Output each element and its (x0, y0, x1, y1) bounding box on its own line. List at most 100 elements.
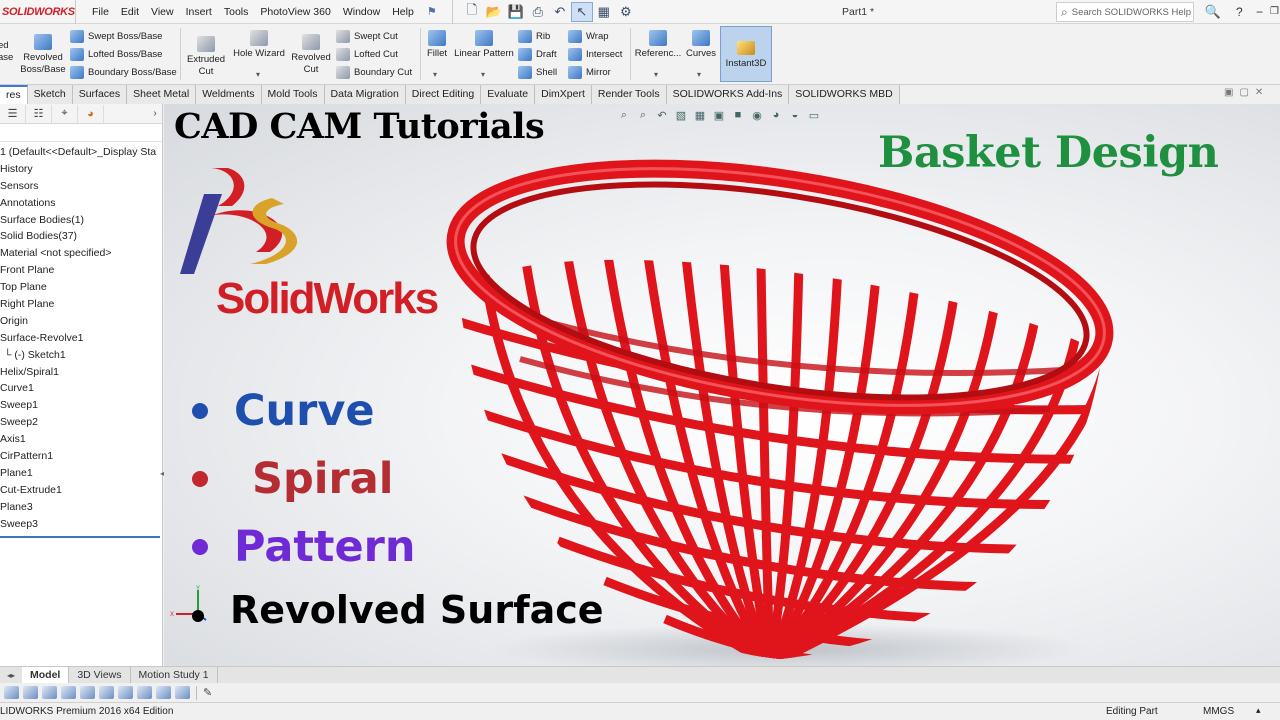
fillet-button[interactable]: Fillet (422, 30, 452, 60)
tab-direct-editing[interactable]: Direct Editing (406, 85, 482, 104)
tree-item-history[interactable]: History (0, 161, 162, 178)
tree-item-cirpattern1[interactable]: CirPattern1 (0, 448, 162, 465)
back-view-icon[interactable] (42, 686, 57, 699)
print-icon[interactable]: ⎙ (527, 2, 549, 22)
tab-sketch[interactable]: Sketch (28, 85, 73, 104)
view-orientation-icon[interactable]: ▣ (711, 108, 727, 122)
undo-icon[interactable]: ↶ (549, 2, 571, 22)
tree-item-solid-bodies[interactable]: Solid Bodies(37) (0, 228, 162, 245)
lofted-cut-button[interactable]: Lofted Cut (336, 46, 398, 63)
tab-data-migration[interactable]: Data Migration (325, 85, 406, 104)
tab-solidworks-mbd[interactable]: SOLIDWORKS MBD (789, 85, 900, 104)
menu-file[interactable]: File (88, 0, 117, 24)
tab-3d-views[interactable]: 3D Views (69, 667, 131, 683)
dimetric-view-icon[interactable] (175, 686, 190, 699)
tree-item-sensors[interactable]: Sensors (0, 178, 162, 195)
tab-features[interactable]: res (0, 85, 28, 104)
tab-motion-study-1[interactable]: Motion Study 1 (131, 667, 218, 683)
status-units-arrow-icon[interactable]: ▴ (1256, 705, 1261, 716)
save-icon[interactable]: 💾 (505, 2, 527, 22)
tab-scroll-arrows-icon[interactable]: ◂▸ (0, 667, 22, 683)
tree-item-sketch1[interactable]: └ (-) Sketch1 (0, 347, 162, 364)
chevron-right-icon[interactable]: › (148, 108, 162, 119)
tree-item-surface-bodies[interactable]: Surface Bodies(1) (0, 212, 162, 229)
reference-dropdown-icon[interactable]: ▾ (654, 70, 658, 79)
tree-item-part[interactable]: 1 (Default<<Default>_Display Sta (0, 144, 162, 161)
options-gear-icon[interactable]: ⚙ (615, 2, 637, 22)
right-view-icon[interactable] (80, 686, 95, 699)
menu-insert[interactable]: Insert (182, 0, 220, 24)
top-view-icon[interactable] (99, 686, 114, 699)
tree-item-sweep1[interactable]: Sweep1 (0, 397, 162, 414)
menu-tools[interactable]: Tools (220, 0, 257, 24)
tree-item-origin[interactable]: Origin (0, 313, 162, 330)
search-magnifier-icon[interactable]: 🔍 (1198, 2, 1228, 22)
edit-appearance-icon[interactable]: ◕ (768, 108, 784, 122)
configuration-manager-tab-icon[interactable]: ⌖ (52, 104, 78, 123)
feature-tree-tab-icon[interactable]: ☰ (0, 104, 26, 123)
isometric-view-icon[interactable] (137, 686, 152, 699)
standard-view-icon[interactable] (4, 686, 19, 699)
tab-sheet-metal[interactable]: Sheet Metal (127, 85, 197, 104)
zoom-to-fit-icon[interactable]: ⌕ (616, 108, 632, 122)
tab-surfaces[interactable]: Surfaces (73, 85, 128, 104)
extruded-cut-button[interactable]: Extruded Cut (184, 36, 228, 78)
display-manager-tab-icon[interactable]: ◕ (78, 104, 104, 123)
tree-item-top-plane[interactable]: Top Plane (0, 279, 162, 296)
tree-item-sweep3[interactable]: Sweep3 (0, 516, 162, 533)
menu-edit[interactable]: Edit (117, 0, 147, 24)
revolved-boss-button[interactable]: Revolved Boss/Base (20, 34, 66, 76)
dynamic-annotation-icon[interactable]: ▦ (692, 108, 708, 122)
curves-dropdown-icon[interactable]: ▾ (697, 70, 701, 79)
swept-boss-button[interactable]: Swept Boss/Base (70, 28, 162, 45)
basket-3d-model[interactable] (440, 159, 1120, 666)
hide-show-items-icon[interactable]: ◉ (749, 108, 765, 122)
property-manager-tab-icon[interactable]: ☷ (26, 104, 52, 123)
restore-icon[interactable]: ❐ (1270, 0, 1279, 24)
menu-photoview[interactable]: PhotoView 360 (256, 0, 338, 24)
section-view-icon[interactable]: ▧ (673, 108, 689, 122)
select-cursor-icon[interactable]: ↖ (570, 1, 593, 22)
previous-view-icon[interactable]: ↶ (654, 108, 670, 122)
tree-item-axis1[interactable]: Axis1 (0, 431, 162, 448)
draft-button[interactable]: Draft (518, 46, 557, 63)
rib-button[interactable]: Rib (518, 28, 550, 45)
tree-item-helix-spiral1[interactable]: Helix/Spiral1 (0, 364, 162, 381)
fillet-dropdown-icon[interactable]: ▾ (433, 70, 437, 79)
tree-item-cut-extrude1[interactable]: Cut-Extrude1 (0, 482, 162, 499)
minimize-icon[interactable]: − (1256, 0, 1263, 24)
bottom-view-icon[interactable] (118, 686, 133, 699)
wrap-button[interactable]: Wrap (568, 28, 609, 45)
menu-window[interactable]: Window (339, 0, 388, 24)
rebuild-icon[interactable]: ▦ (593, 2, 615, 22)
status-units[interactable]: MMGS (1203, 706, 1234, 717)
tree-item-material[interactable]: Material <not specified> (0, 245, 162, 262)
graphics-area[interactable]: ⌕ ⌕ ↶ ▧ ▦ ▣ ■ ◉ ◕ ◒ ▭ CAD CAM Tutorials … (164, 104, 1280, 666)
apply-scene-icon[interactable]: ◒ (787, 108, 803, 122)
edit-pencil-icon[interactable]: ✎ (203, 686, 212, 699)
tree-item-curve1[interactable]: Curve1 (0, 380, 162, 397)
linear-pattern-dropdown-icon[interactable]: ▾ (481, 70, 485, 79)
left-view-icon[interactable] (61, 686, 76, 699)
menu-help[interactable]: Help (388, 0, 422, 24)
mirror-button[interactable]: Mirror (568, 64, 611, 81)
boundary-boss-button[interactable]: Boundary Boss/Base (70, 64, 177, 81)
tab-solidworks-add-ins[interactable]: SOLIDWORKS Add-Ins (667, 85, 790, 104)
tree-item-sweep2[interactable]: Sweep2 (0, 414, 162, 431)
tab-model[interactable]: Model (22, 667, 70, 683)
tree-item-front-plane[interactable]: Front Plane (0, 262, 162, 279)
intersect-button[interactable]: Intersect (568, 46, 622, 63)
boundary-cut-button[interactable]: Boundary Cut (336, 64, 412, 81)
help-question-icon[interactable]: ? (1236, 0, 1243, 24)
hole-wizard-button[interactable]: Hole Wizard (230, 30, 288, 60)
zoom-area-icon[interactable]: ⌕ (635, 108, 651, 122)
feature-tree-filter[interactable] (0, 124, 162, 142)
pin-icon[interactable]: ⚑ (422, 5, 442, 18)
extruded-boss-partial[interactable]: ed ase (0, 40, 14, 64)
tab-render-tools[interactable]: Render Tools (592, 85, 667, 104)
viewport-minimize-icon[interactable]: ▣ (1224, 87, 1233, 98)
tree-item-surface-revolve1[interactable]: Surface-Revolve1 (0, 330, 162, 347)
tree-item-plane1[interactable]: Plane1 (0, 465, 162, 482)
tab-weldments[interactable]: Weldments (196, 85, 262, 104)
display-style-icon[interactable]: ■ (730, 108, 746, 122)
